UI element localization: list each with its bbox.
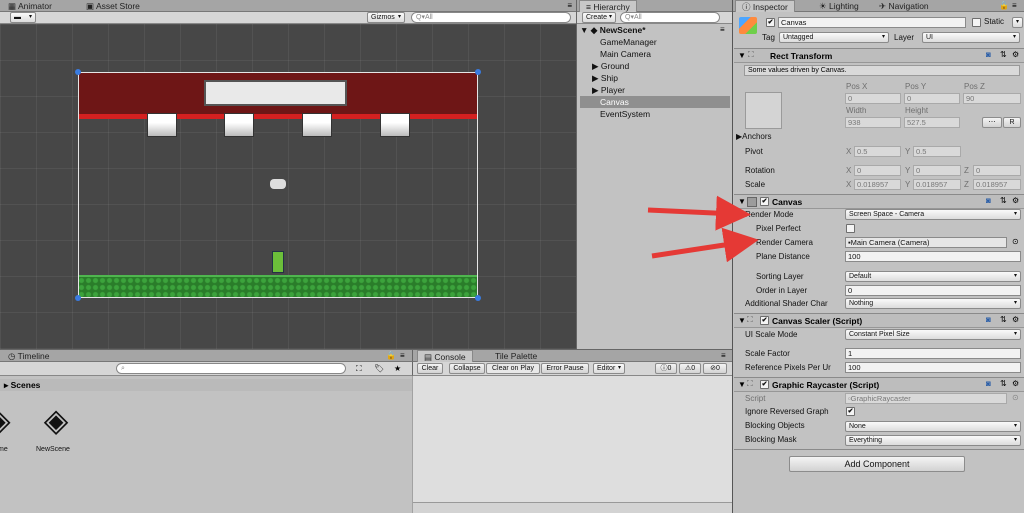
annotation-arrow-render-camera <box>651 227 759 263</box>
annotation-arrows <box>647 195 759 263</box>
annotation-arrow-render-mode <box>647 195 751 231</box>
